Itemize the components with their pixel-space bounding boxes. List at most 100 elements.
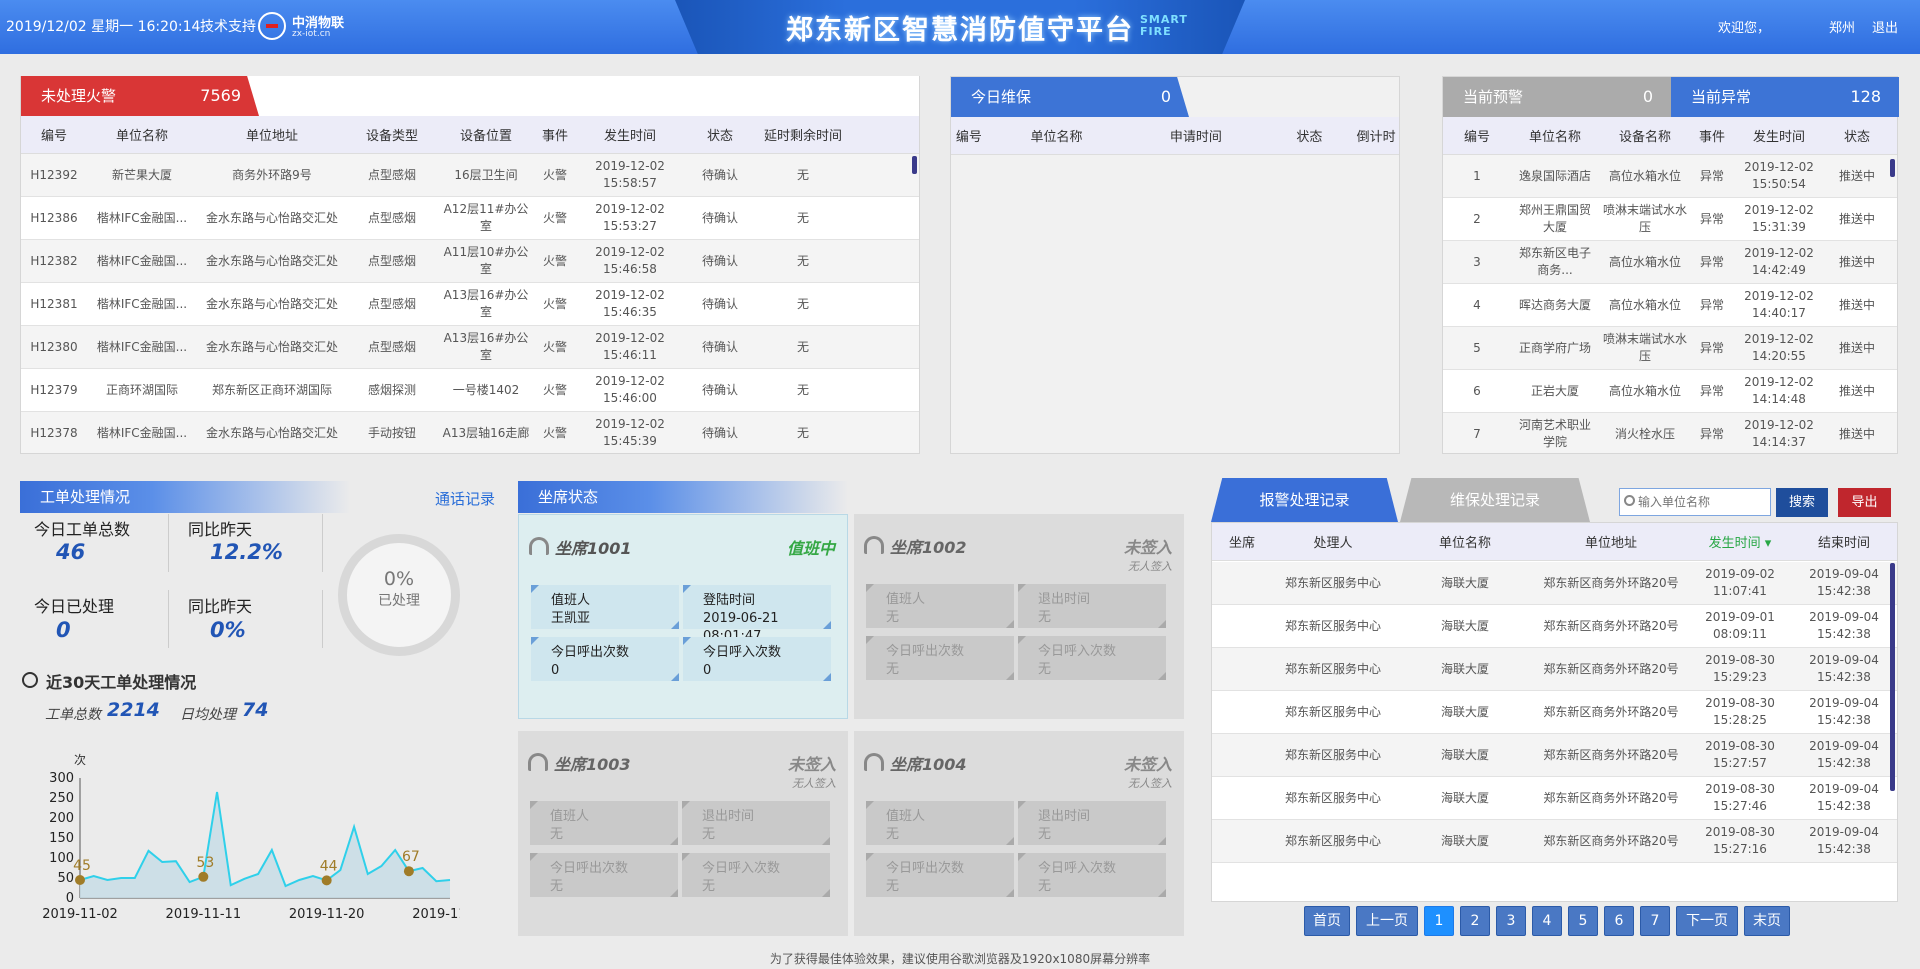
fire-alarm-row[interactable]: H12381 楷林IFC金融国... 金水东路与心怡路交汇处 点型感烟 A13层16#办… (21, 283, 919, 326)
records-col-header[interactable]: 单位地址 (1536, 532, 1686, 551)
unit-search-box[interactable] (1619, 488, 1771, 516)
fire-alarm-row[interactable]: H12378 楷林IFC金融国... 金水东路与心怡路交汇处 手动按钮 A13层轴16走… (21, 412, 919, 453)
fire-alarm-header: 编号 单位名称 单位地址 设备类型 设备位置 事件 发生时间 状态 延时剩余时间 (21, 116, 919, 154)
records-col-header[interactable]: 单位名称 (1394, 532, 1536, 551)
fire-alarm-col-header[interactable]: 设备类型 (347, 125, 437, 144)
maintenance-col-header[interactable]: 编号 (951, 126, 987, 145)
warning-row[interactable]: 1 逸泉国际酒店 高位水箱水位 异常 2019-12-02 15:50:54 推送中 (1443, 155, 1897, 198)
search-input[interactable] (1638, 491, 1766, 513)
warning-cell: 异常 (1699, 297, 1724, 312)
warning-col-header[interactable]: 编号 (1443, 126, 1511, 145)
fire-alarm-col-header[interactable]: 单位地址 (197, 125, 347, 144)
page-button[interactable]: 下一页 (1676, 906, 1738, 936)
warning-row[interactable]: 7 河南艺术职业学院 消火栓水压 异常 2019-12-02 14:14:37 推送中 (1443, 413, 1897, 453)
warning-row[interactable]: 5 正商学府广场 喷淋末端试水水压 异常 2019-12-02 14:20:55 推送中 (1443, 327, 1897, 370)
maintenance-col-header[interactable]: 状态 (1266, 126, 1354, 145)
records-col-header[interactable]: 坐席 (1212, 532, 1272, 551)
page-button[interactable]: 7 (1640, 906, 1670, 936)
fire-alarm-row[interactable]: H12382 楷林IFC金融国... 金水东路与心怡路交汇处 点型感烟 A11层10#办… (21, 240, 919, 283)
fire-alarm-col-header[interactable]: 单位名称 (87, 125, 197, 144)
fire-alarm-col-header[interactable]: 延时剩余时间 (755, 125, 851, 144)
search-button[interactable]: 搜索 (1776, 488, 1828, 517)
seat-info-value: 无 (886, 827, 900, 842)
export-button[interactable]: 导出 (1838, 488, 1891, 517)
fire-alarm-col-header[interactable]: 状态 (685, 125, 755, 144)
maintenance-col-header[interactable]: 申请时间 (1126, 126, 1265, 145)
fire-alarm-cell: H12379 (30, 382, 78, 397)
page-button[interactable]: 1 (1424, 906, 1454, 936)
warning-row[interactable]: 4 晖达商务大厦 高位水箱水位 异常 2019-12-02 14:40:17 推送中 (1443, 284, 1897, 327)
fire-alarm-row[interactable]: H12380 楷林IFC金融国... 金水东路与心怡路交汇处 点型感烟 A13层16#办… (21, 326, 919, 369)
headset-icon (864, 753, 884, 771)
fire-alarm-cell: A13层轴16走廊 (442, 425, 530, 440)
fire-alarm-col-header[interactable]: 事件 (535, 125, 575, 144)
warning-row[interactable]: 3 郑东新区电子商务... 高位水箱水位 异常 2019-12-02 14:42:49 推… (1443, 241, 1897, 284)
records-row[interactable]: 郑东新区服务中心 海联大厦 郑东新区商务外环路20号 2019-08-30 15:27… (1212, 777, 1897, 820)
fire-alarm-row[interactable]: H12386 楷林IFC金融国... 金水东路与心怡路交汇处 点型感烟 A12层11#办… (21, 197, 919, 240)
warning-row[interactable]: 2 郑州王鼎国贸大厦 喷淋末端试水水压 异常 2019-12-02 15:31:39 推送… (1443, 198, 1897, 241)
records-row[interactable]: 郑东新区服务中心 海联大厦 郑东新区商务外环路20号 2019-08-30 15:29… (1212, 648, 1897, 691)
page-button[interactable]: 末页 (1744, 906, 1790, 936)
records-row[interactable]: 郑东新区服务中心 海联大厦 郑东新区商务外环路20号 2019-09-02 11:07… (1212, 562, 1897, 605)
user-name[interactable]: 郑州 (1829, 17, 1855, 36)
page-button[interactable]: 2 (1460, 906, 1490, 936)
fire-alarm-cell: 正商环湖国际 (105, 382, 178, 397)
seat-info-cell: 退出时间无 (1018, 584, 1166, 628)
records-row[interactable]: 郑东新区服务中心 海联大厦 郑东新区商务外环路20号 2019-09-01 08:09… (1212, 605, 1897, 648)
tab-fire-alarm[interactable]: 未处理火警 7569 (21, 76, 259, 116)
page-button[interactable]: 上一页 (1356, 906, 1418, 936)
warning-cell: 高位水箱水位 (1608, 383, 1681, 398)
call-log-link[interactable]: 通话记录 (435, 488, 495, 509)
warning-cell: 郑州王鼎国贸大厦 (1518, 203, 1591, 234)
warning-header: 编号 单位名称 设备名称 事件 发生时间 状态 (1443, 117, 1897, 155)
tab-abnormal[interactable]: 当前异常 128 (1671, 77, 1899, 117)
fire-alarm-row[interactable]: H12392 新芒果大厦 商务外环路9号 点型感烟 16层卫生间 火警 2019-12-02… (21, 154, 919, 197)
page-button[interactable]: 3 (1496, 906, 1526, 936)
warning-scrollbar[interactable] (1890, 159, 1895, 177)
tab-alarm-records[interactable]: 报警处理记录 (1211, 478, 1398, 522)
records-col-header[interactable]: 处理人 (1272, 532, 1394, 551)
fire-alarm-cell: 点型感烟 (367, 339, 416, 354)
tab-warning[interactable]: 当前预警 0 (1443, 77, 1671, 117)
records-panel: 坐席 处理人 单位名称 单位地址 发生时间 ▾ 结束时间 郑东新区服务中心 海联大厦 郑东新区… (1211, 522, 1898, 902)
page-button[interactable]: 6 (1604, 906, 1634, 936)
fire-alarm-cell: 金水东路与心怡路交汇处 (205, 210, 338, 225)
records-row[interactable]: 郑东新区服务中心 海联大厦 郑东新区商务外环路20号 2019-08-30 15:27… (1212, 820, 1897, 863)
fire-alarm-col-header[interactable]: 设备位置 (437, 125, 535, 144)
warning-col-header[interactable]: 事件 (1691, 126, 1733, 145)
page-button[interactable]: 5 (1568, 906, 1598, 936)
fire-alarm-cell: 2019-12-02 15:46:00 (595, 374, 665, 405)
records-row[interactable]: 郑东新区服务中心 海联大厦 郑东新区商务外环路20号 2019-08-30 15:28… (1212, 691, 1897, 734)
seat-card[interactable]: 坐席1002 未签入 无人签入 值班人无退出时间无今日呼出次数无今日呼入次数无 (854, 514, 1184, 719)
warning-col-header[interactable]: 设备名称 (1599, 126, 1691, 145)
data-label: 67 (402, 849, 420, 865)
warning-cell: 2019-12-02 14:14:48 (1744, 375, 1814, 406)
today-done-label: 今日已处理 (34, 597, 115, 616)
warning-col-header[interactable]: 发生时间 (1733, 126, 1825, 145)
records-col-header[interactable]: 发生时间 ▾ (1686, 532, 1794, 551)
fire-alarm-row[interactable]: H12379 正商环湖国际 郑东新区正商环湖国际 感烟探测 一号楼1402 火警 2019-… (21, 369, 919, 412)
tab-maint-records[interactable]: 维保处理记录 (1400, 478, 1590, 522)
fire-alarm-col-header[interactable]: 编号 (21, 125, 87, 144)
records-scrollbar[interactable] (1890, 563, 1895, 791)
search-icon (1624, 495, 1635, 506)
tab-maintenance[interactable]: 今日维保 0 (951, 77, 1189, 117)
seat-card[interactable]: 坐席1004 未签入 无人签入 值班人无退出时间无今日呼出次数无今日呼入次数无 (854, 731, 1184, 936)
page-button[interactable]: 4 (1532, 906, 1562, 936)
footer-note: 为了获得最佳体验效果，建议使用谷歌浏览器及1920x1080屏幕分辨率 (769, 952, 1151, 966)
records-col-header[interactable]: 结束时间 (1794, 532, 1894, 551)
warning-col-header[interactable]: 单位名称 (1511, 126, 1599, 145)
maintenance-col-header[interactable]: 单位名称 (987, 126, 1126, 145)
maintenance-col-header[interactable]: 倒计时 (1353, 126, 1399, 145)
seat-card[interactable]: 坐席1003 未签入 无人签入 值班人无退出时间无今日呼出次数无今日呼入次数无 (518, 731, 848, 936)
fire-alarm-cell: 金水东路与心怡路交汇处 (205, 339, 338, 354)
seat-card[interactable]: 坐席1001值班中值班人王凯亚登陆时间2019-06-21 08:01:47今日… (518, 514, 848, 719)
warning-cell: 推送中 (1838, 340, 1875, 355)
warning-col-header[interactable]: 状态 (1825, 126, 1889, 145)
warning-row[interactable]: 6 正岩大厦 高位水箱水位 异常 2019-12-02 14:14:48 推送中 (1443, 370, 1897, 413)
logout-link[interactable]: 退出 (1872, 17, 1898, 36)
records-row[interactable]: 郑东新区服务中心 海联大厦 郑东新区商务外环路20号 2019-08-30 15:27… (1212, 734, 1897, 777)
fire-alarm-scrollbar[interactable] (912, 156, 917, 174)
fire-alarm-col-header[interactable]: 发生时间 (575, 125, 685, 144)
page-button[interactable]: 首页 (1304, 906, 1350, 936)
